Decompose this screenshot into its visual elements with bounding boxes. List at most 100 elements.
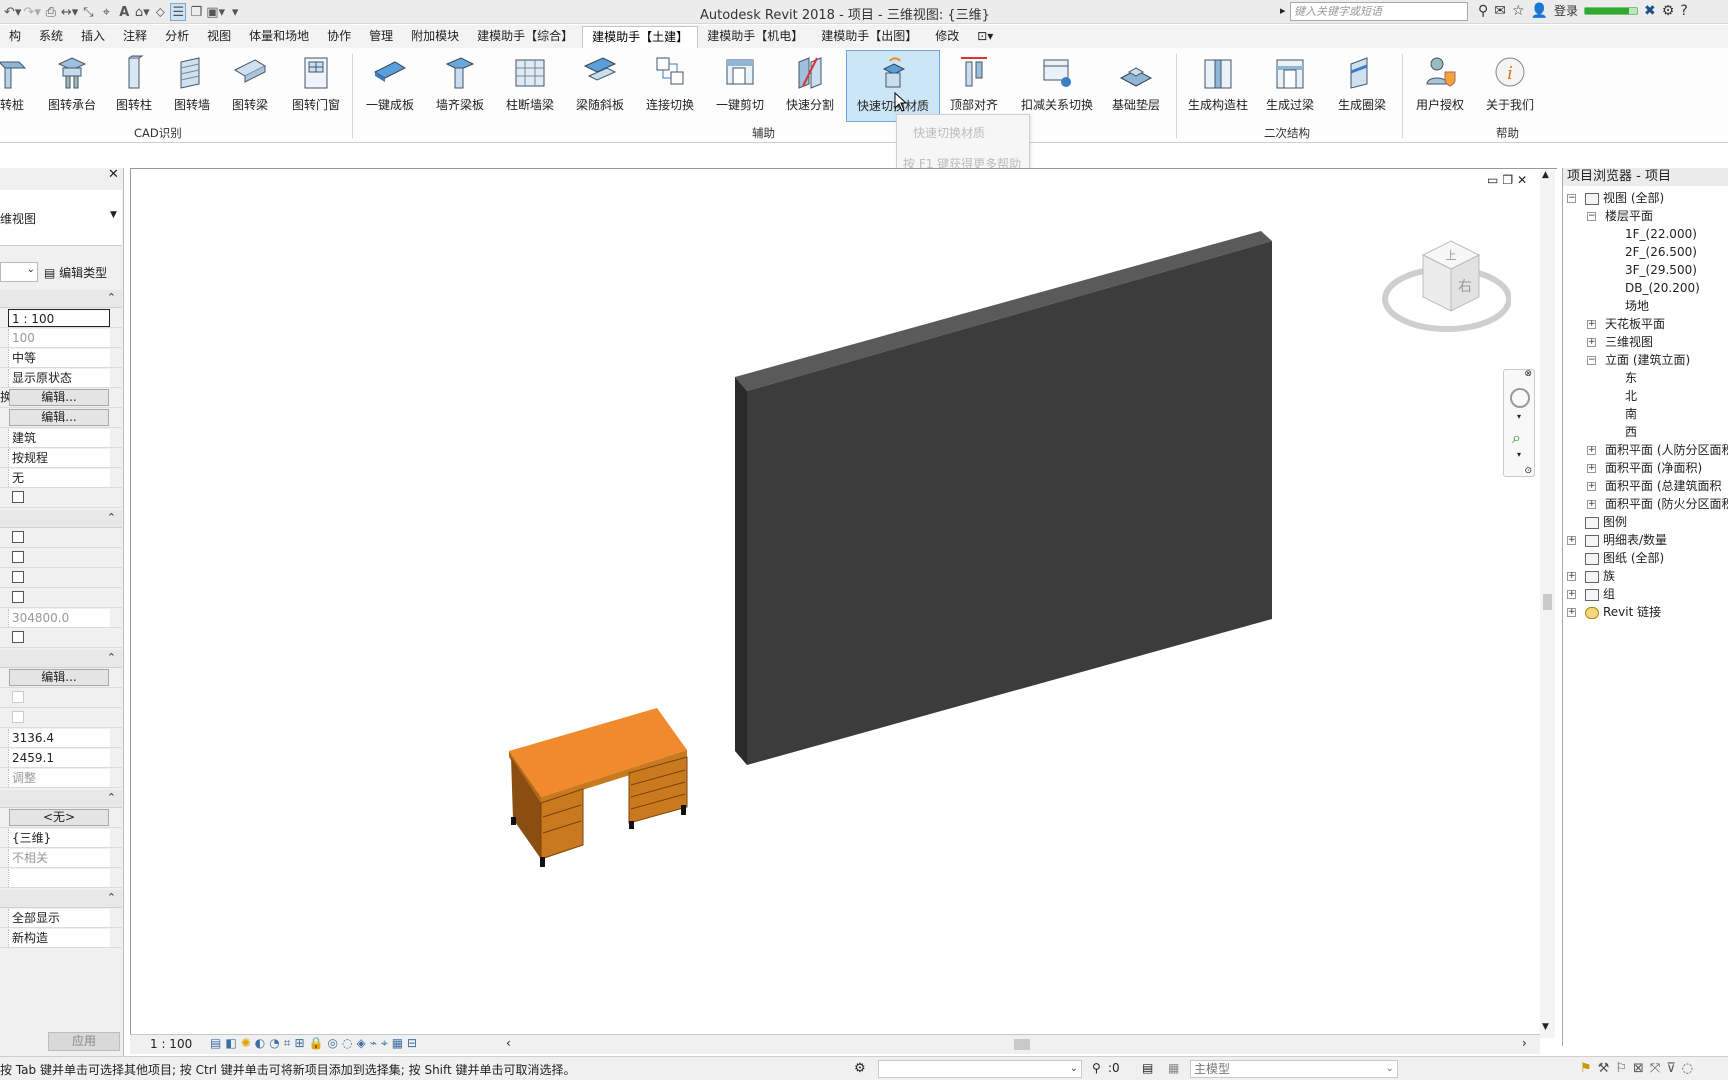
close-properties-icon[interactable]: ✕: [108, 167, 119, 182]
3d-view-icon[interactable]: ⌂▾: [134, 3, 150, 21]
scroll-thumb[interactable]: [1543, 594, 1552, 610]
expand-toggle[interactable]: +: [1587, 446, 1596, 455]
crop-view-icon[interactable]: ⌗: [284, 1036, 291, 1051]
dropdown-arrow-icon[interactable]: ▼: [110, 210, 117, 220]
quick-switch-material-button[interactable]: 快速切换材质: [846, 50, 940, 122]
expand-toggle[interactable]: +: [1587, 500, 1596, 509]
switch-windows-icon[interactable]: ▣▾: [206, 3, 225, 21]
restore-view-icon[interactable]: ❐: [1502, 173, 1517, 187]
prop-hidden-lines[interactable]: 按规程: [0, 448, 122, 468]
column-break-wall-button[interactable]: 柱断墙梁: [502, 50, 558, 122]
tab-assistant-civil[interactable]: 建模助手【土建】: [582, 26, 699, 48]
edit-type-button[interactable]: ▤ 编辑类型: [44, 264, 107, 281]
prop-discipline[interactable]: 建筑: [0, 428, 122, 448]
desk-element[interactable]: [509, 708, 688, 867]
lintel-button[interactable]: 生成过梁: [1262, 50, 1318, 122]
design-options-icon[interactable]: ▦: [1168, 1061, 1179, 1075]
tree-revit-links[interactable]: Revit 链接: [1585, 603, 1661, 621]
tree-ceiling-plans[interactable]: 天花板平面: [1605, 315, 1665, 333]
collapse-toggle[interactable]: −: [1587, 212, 1596, 221]
undo-icon[interactable]: ↶▾: [4, 3, 21, 21]
checkbox[interactable]: [12, 491, 24, 503]
main-model-field[interactable]: 主模型 ⌄: [1190, 1060, 1398, 1078]
editing-requests-icon[interactable]: ▤: [1142, 1061, 1153, 1075]
collapse-toggle[interactable]: −: [1567, 194, 1576, 203]
drag-elements-icon[interactable]: ⤧: [1650, 1061, 1660, 1076]
beam-slope-button[interactable]: 梁随斜板: [572, 50, 628, 122]
column-button[interactable]: 图转柱: [110, 50, 158, 122]
tab-manage[interactable]: 管理: [360, 26, 402, 48]
redo-icon[interactable]: ↷▾: [23, 3, 40, 21]
collapse-toggle[interactable]: −: [1587, 356, 1596, 365]
tab-systems[interactable]: 系统: [30, 26, 72, 48]
expand-toggle[interactable]: +: [1587, 338, 1596, 347]
expand-toggle[interactable]: +: [1567, 608, 1576, 617]
detail-level-value[interactable]: 中等: [8, 349, 110, 367]
pile-cap-button[interactable]: 图转承台: [44, 50, 100, 122]
eye-elevation-value[interactable]: 3136.4: [8, 729, 110, 747]
expand-toggle[interactable]: +: [1567, 536, 1576, 545]
graphic-display-edit-button[interactable]: 编辑...: [9, 409, 109, 426]
prop-view-name[interactable]: {三维}: [0, 828, 122, 848]
expand-toggle[interactable]: +: [1587, 464, 1596, 473]
scroll-up-icon[interactable]: ▲: [1542, 170, 1549, 180]
scroll-right-icon[interactable]: ›: [1522, 1036, 1527, 1050]
one-click-slab-button[interactable]: 一键成板: [362, 50, 418, 122]
tree-elev-west[interactable]: 西: [1625, 423, 1637, 441]
prop-phase[interactable]: 新构造: [0, 928, 122, 948]
temp-properties-icon[interactable]: ◈: [356, 1036, 365, 1051]
binoculars-icon[interactable]: ⚲: [1478, 3, 1488, 19]
section-camera[interactable]: ⌃: [0, 650, 122, 668]
view-scale[interactable]: 1 : 100: [150, 1037, 192, 1051]
section-identity[interactable]: ⌃: [0, 790, 122, 808]
align-wall-beam-button[interactable]: 墙齐梁板: [432, 50, 488, 122]
join-switch-button[interactable]: 连接切换: [642, 50, 698, 122]
tree-area-net[interactable]: 面积平面 (净面积): [1605, 459, 1702, 477]
filter-selection-icon[interactable]: ⊽: [1666, 1061, 1676, 1076]
phase-value[interactable]: 新构造: [8, 929, 110, 947]
close-navbar-icon[interactable]: ⊗: [1524, 369, 1532, 379]
visual-style-icon[interactable]: ◧: [225, 1036, 236, 1051]
prop-display[interactable]: 显示原状态: [0, 368, 122, 388]
tab-structure[interactable]: 构: [0, 26, 30, 48]
highlight-icon[interactable]: ⌖: [381, 1036, 388, 1051]
annotation-crop-checkbox[interactable]: [12, 571, 24, 583]
quick-split-button[interactable]: 快速分割: [782, 50, 838, 122]
exchange-icon[interactable]: ✖: [1644, 3, 1656, 19]
customize-qat-icon[interactable]: ▾: [227, 3, 243, 21]
tree-schedules[interactable]: 明细表/数量: [1585, 531, 1667, 549]
dimension-icon[interactable]: ⤡: [80, 3, 96, 21]
tab-assistant-mep[interactable]: 建模助手【机电】: [698, 26, 812, 48]
wheel-dropdown-icon[interactable]: ▾: [1517, 412, 1521, 421]
scroll-left-icon[interactable]: ‹: [506, 1036, 511, 1050]
constructional-column-button[interactable]: 生成构造柱: [1186, 50, 1250, 122]
thin-lines-icon[interactable]: ☰: [170, 3, 187, 21]
scale-value[interactable]: 1 : 100: [8, 309, 110, 327]
tree-level-2f[interactable]: 2F_(26.500): [1625, 243, 1697, 261]
view-cube[interactable]: 上 右: [1381, 233, 1511, 343]
tree-level-1f[interactable]: 1F_(22.000): [1625, 225, 1697, 243]
tree-groups[interactable]: 组: [1585, 585, 1615, 603]
render-edit-button[interactable]: 编辑...: [9, 669, 109, 686]
login-link[interactable]: 登录: [1554, 2, 1578, 19]
worksets-icon[interactable]: ⚙: [854, 1061, 866, 1076]
text-icon[interactable]: A: [116, 3, 132, 21]
measure-icon[interactable]: ↔▾: [61, 3, 78, 21]
wall-button[interactable]: 图转墙: [168, 50, 216, 122]
tab-assistant-general[interactable]: 建模助手【综合】: [468, 26, 582, 48]
tree-level-db[interactable]: DB_(20.200): [1625, 279, 1700, 297]
about-us-button[interactable]: i 关于我们: [1482, 50, 1538, 122]
prop-path[interactable]: 无: [0, 468, 122, 488]
one-click-cut-button[interactable]: 一键剪切: [712, 50, 768, 122]
tree-families[interactable]: 族: [1585, 567, 1615, 585]
top-align-button[interactable]: 顶部对齐: [946, 50, 1002, 122]
display-value[interactable]: 显示原状态: [8, 369, 110, 387]
beam-button[interactable]: 图转梁: [226, 50, 274, 122]
tree-elev-south[interactable]: 南: [1625, 405, 1637, 423]
phase-filter-value[interactable]: 全部显示: [8, 909, 110, 927]
close-view-icon[interactable]: ✕: [1517, 173, 1531, 187]
subscription-icon[interactable]: ✉: [1494, 3, 1506, 19]
select-underlay-icon[interactable]: ⚒: [1598, 1061, 1610, 1076]
connect-icon[interactable]: ⚙: [1662, 3, 1675, 19]
ring-beam-button[interactable]: 生成圈梁: [1334, 50, 1390, 122]
